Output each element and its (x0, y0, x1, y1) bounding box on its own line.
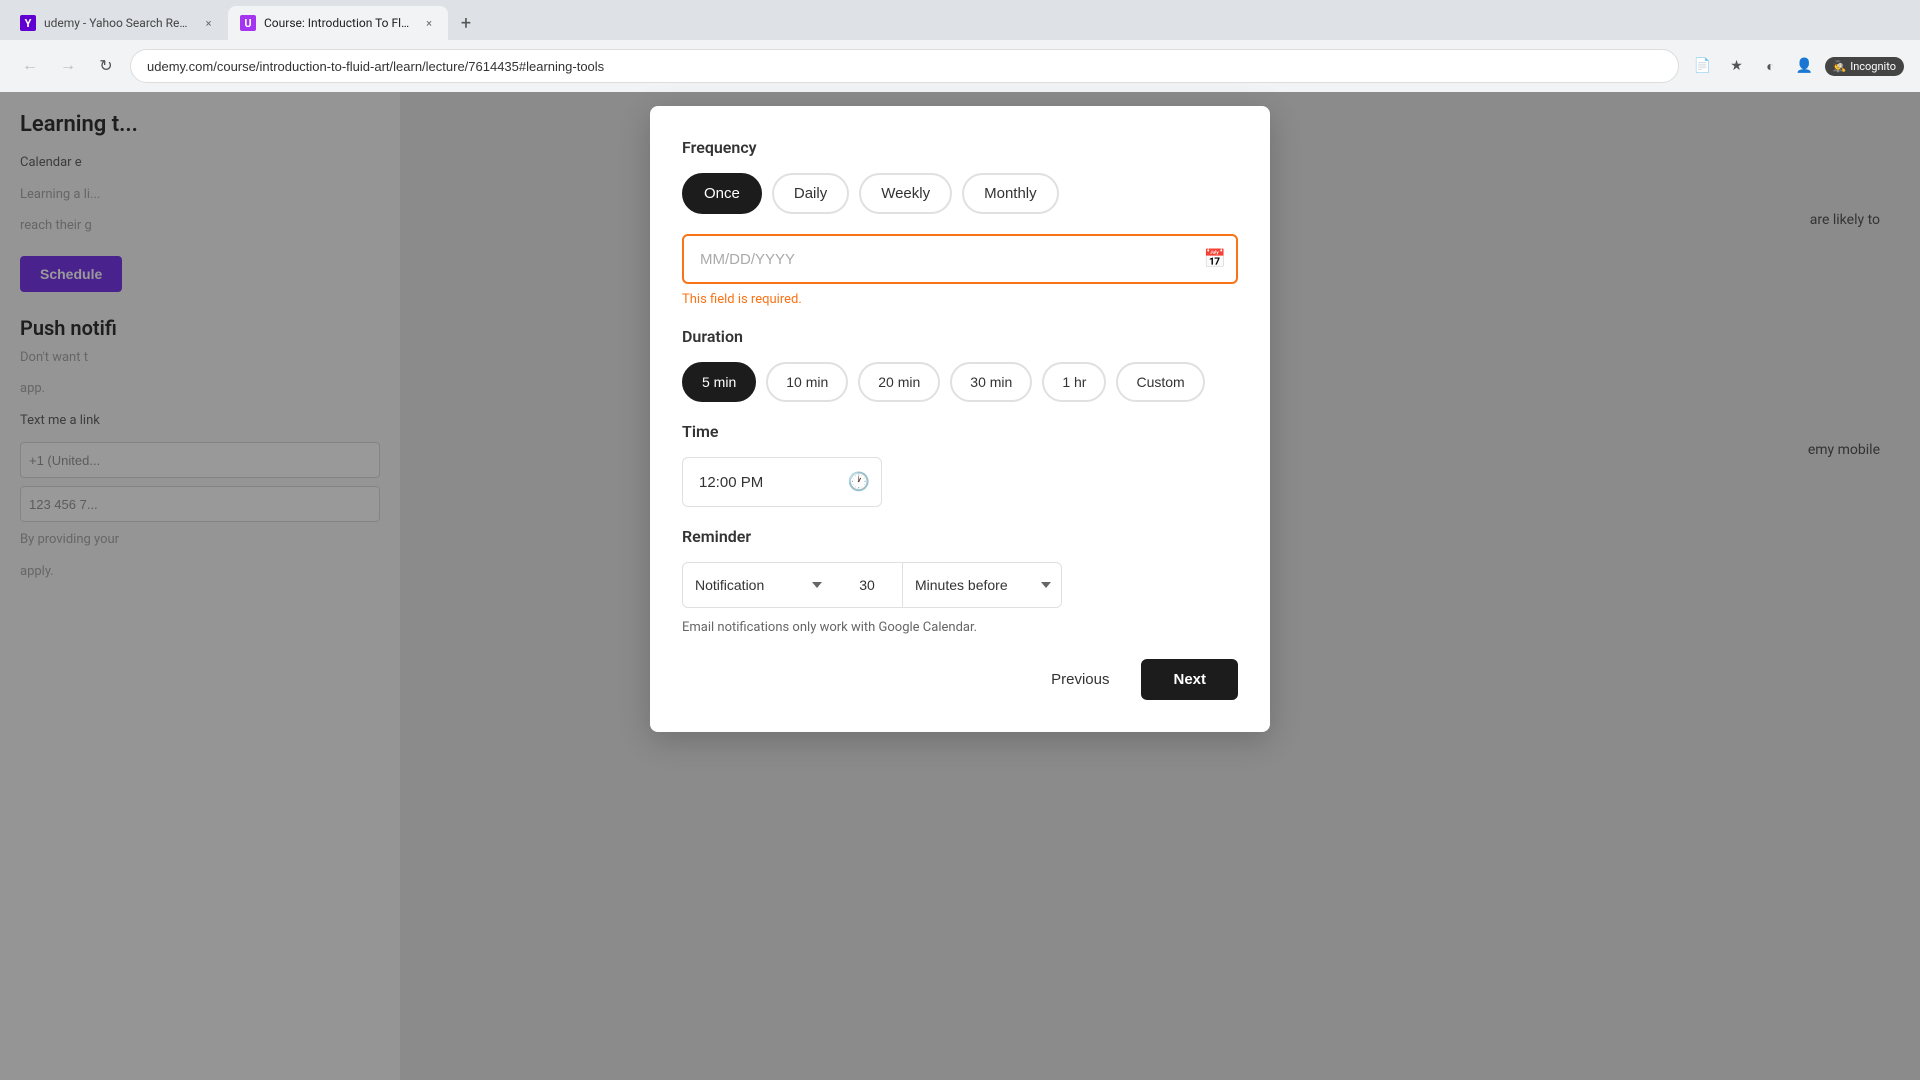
incognito-icon: 🕵 (1833, 60, 1847, 73)
new-tab-button[interactable]: + (452, 9, 480, 37)
reminder-timing-select[interactable]: Minutes before Hours before Days before (902, 562, 1062, 608)
dur-10min-button[interactable]: 10 min (766, 362, 848, 402)
modal-overlay: Frequency Once Daily Weekly Monthly 📅 Th… (0, 92, 1920, 1080)
duration-buttons: 5 min 10 min 20 min 30 min 1 hr Custom (682, 362, 1238, 402)
freq-monthly-button[interactable]: Monthly (962, 173, 1059, 214)
tab1-favicon: Y (20, 15, 36, 31)
tab-1[interactable]: Y udemy - Yahoo Search Results × (8, 6, 228, 40)
freq-weekly-button[interactable]: Weekly (859, 173, 952, 214)
tab2-close[interactable]: × (422, 15, 436, 31)
reminder-type-select[interactable]: Notification Email (682, 562, 832, 608)
reminder-minutes-input[interactable] (832, 562, 902, 608)
address-bar[interactable] (130, 49, 1679, 83)
tab1-title: udemy - Yahoo Search Results (44, 16, 193, 30)
freq-daily-button[interactable]: Daily (772, 173, 849, 214)
reminder-note: Email notifications only work with Googl… (682, 620, 1238, 635)
refresh-button[interactable]: ↻ (92, 52, 120, 80)
browser-icons: 📄 ★ ◐ 👤 🕵 Incognito (1689, 52, 1905, 80)
address-bar-row: ← → ↻ 📄 ★ ◐ 👤 🕵 Incognito (0, 40, 1920, 92)
date-error-text: This field is required. (682, 292, 1238, 307)
tab2-favicon: U (240, 15, 256, 31)
back-button[interactable]: ← (16, 52, 44, 80)
read-mode-icon[interactable]: 📄 (1689, 52, 1717, 80)
dur-custom-button[interactable]: Custom (1116, 362, 1204, 402)
bookmark-icon[interactable]: ★ (1723, 52, 1751, 80)
dur-30min-button[interactable]: 30 min (950, 362, 1032, 402)
forward-button[interactable]: → (54, 52, 82, 80)
freq-once-button[interactable]: Once (682, 173, 762, 214)
dur-1hr-button[interactable]: 1 hr (1042, 362, 1106, 402)
page-background: Learning t... Calendar e Learning a li..… (0, 92, 1920, 1080)
calendar-icon-button[interactable]: 📅 (1204, 249, 1226, 270)
incognito-badge: 🕵 Incognito (1825, 57, 1905, 76)
frequency-buttons: Once Daily Weekly Monthly (682, 173, 1238, 214)
reminder-label: Reminder (682, 527, 1238, 546)
extensions-icon[interactable]: ◐ (1757, 52, 1785, 80)
next-button[interactable]: Next (1141, 659, 1238, 700)
time-input-wrapper: 🕐 (682, 457, 882, 507)
time-input[interactable] (682, 457, 882, 507)
reminder-row: Notification Email Minutes before Hours … (682, 562, 1238, 608)
dur-5min-button[interactable]: 5 min (682, 362, 756, 402)
time-label: Time (682, 422, 1238, 441)
previous-button[interactable]: Previous (1035, 661, 1125, 698)
date-input[interactable] (682, 234, 1238, 284)
tab2-title: Course: Introduction To Fluid A... (264, 16, 414, 30)
frequency-label: Frequency (682, 138, 1238, 157)
duration-label: Duration (682, 327, 1238, 346)
tab1-close[interactable]: × (201, 15, 216, 31)
tab-2[interactable]: U Course: Introduction To Fluid A... × (228, 6, 448, 40)
incognito-label: Incognito (1850, 60, 1896, 73)
modal-footer: Previous Next (682, 659, 1238, 700)
date-input-wrapper: 📅 (682, 234, 1238, 284)
profile-icon[interactable]: 👤 (1791, 52, 1819, 80)
tab-bar: Y udemy - Yahoo Search Results × U Cours… (0, 0, 1920, 40)
dur-20min-button[interactable]: 20 min (858, 362, 940, 402)
modal: Frequency Once Daily Weekly Monthly 📅 Th… (650, 106, 1270, 732)
browser-chrome: Y udemy - Yahoo Search Results × U Cours… (0, 0, 1920, 92)
